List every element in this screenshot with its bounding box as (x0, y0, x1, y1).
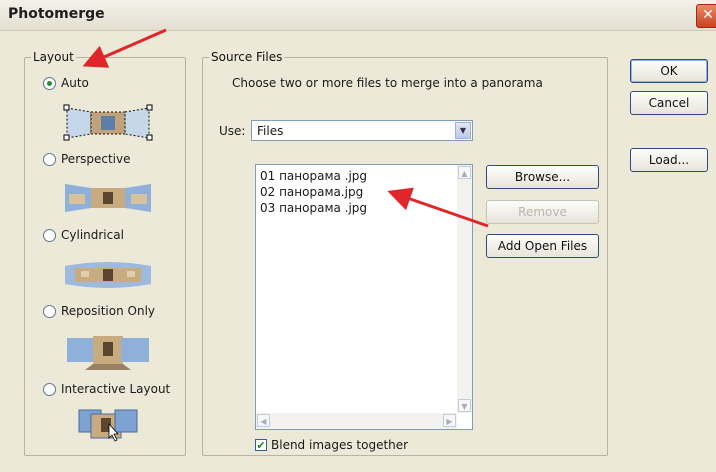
use-label: Use: (219, 124, 246, 138)
cylindrical-layout-icon (65, 262, 151, 288)
scroll-left-icon[interactable]: ◀ (257, 414, 270, 427)
close-button[interactable]: ✕ (696, 4, 716, 28)
radio-cylindrical-circle[interactable] (43, 228, 56, 242)
radio-perspective[interactable]: Perspective (43, 152, 131, 166)
radio-interactive[interactable]: Interactive Layout (43, 382, 170, 396)
remove-button[interactable]: Remove (486, 200, 599, 224)
scroll-down-icon[interactable]: ▼ (458, 399, 471, 412)
window-title: Photomerge (8, 6, 105, 22)
radio-reposition-circle[interactable] (43, 304, 56, 318)
load-button[interactable]: Load... (630, 148, 708, 172)
reposition-layout-icon (67, 336, 149, 370)
radio-interactive-circle[interactable] (43, 382, 56, 396)
source-files-group: Source Files Choose two or more files to… (202, 50, 608, 456)
radio-cylindrical[interactable]: Cylindrical (43, 228, 124, 242)
scroll-up-icon[interactable]: ▲ (458, 166, 471, 179)
ok-button[interactable]: OK (630, 59, 708, 83)
chevron-down-icon[interactable]: ▼ (455, 122, 471, 139)
blend-images-checkbox[interactable]: ✔ Blend images together (255, 438, 408, 452)
source-hint: Choose two or more files to merge into a… (232, 76, 543, 90)
radio-auto-circle[interactable] (43, 76, 56, 90)
vertical-scrollbar[interactable]: ▲ ▼ (457, 165, 472, 413)
radio-cylindrical-label: Cylindrical (61, 228, 124, 242)
blend-label: Blend images together (271, 438, 409, 452)
radio-interactive-label: Interactive Layout (61, 382, 171, 396)
auto-layout-icon (63, 104, 153, 141)
browse-button[interactable]: Browse... (486, 165, 599, 189)
radio-auto[interactable]: Auto (43, 76, 89, 90)
layout-group: Layout Auto Perspective Cylindrical Repo… (24, 50, 186, 456)
radio-reposition-label: Reposition Only (61, 304, 156, 318)
list-item[interactable]: 03 панорама .jpg (260, 201, 367, 215)
layout-legend: Layout (33, 50, 74, 64)
source-legend: Source Files (211, 50, 283, 64)
add-open-files-button[interactable]: Add Open Files (486, 234, 599, 258)
radio-reposition[interactable]: Reposition Only (43, 304, 155, 318)
list-item[interactable]: 02 панорама.jpg (260, 185, 363, 199)
radio-auto-label: Auto (61, 76, 89, 90)
horizontal-scrollbar[interactable]: ◀ ▶ (256, 413, 457, 429)
title-bar: Photomerge ✕ (0, 0, 716, 31)
radio-perspective-label: Perspective (61, 152, 131, 166)
radio-perspective-circle[interactable] (43, 152, 56, 166)
checkbox-checked-icon[interactable]: ✔ (255, 439, 267, 451)
file-list[interactable]: 01 панорама .jpg 02 панорама.jpg 03 пано… (255, 164, 473, 430)
interactive-layout-icon (78, 409, 138, 442)
use-select-value: Files (257, 124, 284, 138)
perspective-layout-icon (65, 184, 151, 212)
scroll-right-icon[interactable]: ▶ (443, 414, 456, 427)
photomerge-dialog: Photomerge ✕ Layout Auto Perspective Cyl… (0, 0, 716, 472)
cancel-button[interactable]: Cancel (630, 91, 708, 115)
list-item[interactable]: 01 панорама .jpg (260, 169, 367, 183)
use-select[interactable]: Files ▼ (251, 120, 473, 141)
